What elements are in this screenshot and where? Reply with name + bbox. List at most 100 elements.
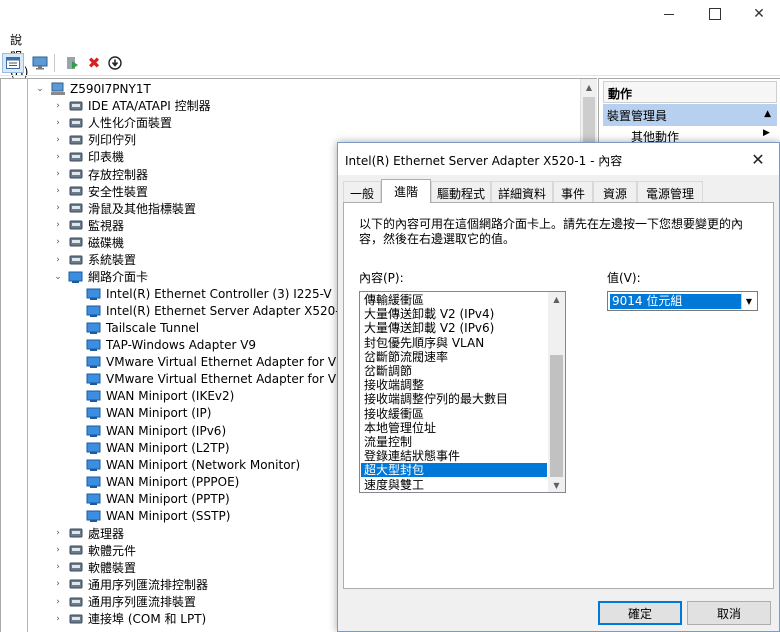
collapsed-chevron-icon[interactable]: › bbox=[52, 186, 64, 196]
tree-category[interactable]: › 列印佇列 bbox=[52, 131, 136, 148]
property-item[interactable]: 接收端調整佇列的最大數目 bbox=[361, 392, 547, 406]
tree-network-adapter[interactable]: Intel(R) Ethernet Server Adapter X520-1 bbox=[82, 302, 347, 319]
download-icon[interactable] bbox=[104, 53, 126, 73]
collapsed-chevron-icon[interactable]: › bbox=[52, 203, 64, 213]
tab-details[interactable]: 詳細資料 bbox=[491, 181, 553, 202]
actions-section-device-manager[interactable]: 裝置管理員 ▲ bbox=[603, 104, 777, 126]
storage-controller-icon bbox=[68, 167, 84, 181]
tree-item-label: WAN Miniport (IPv6) bbox=[106, 423, 227, 438]
property-item[interactable]: 大量傳送卸載 V2 (IPv4) bbox=[361, 307, 547, 321]
property-item[interactable]: 流量控制 bbox=[361, 435, 547, 449]
tree-root[interactable]: ⌄ Z590I7PNY1T bbox=[34, 80, 151, 97]
tab-resources[interactable]: 資源 bbox=[593, 181, 637, 202]
tree-item-label: 安全性裝置 bbox=[88, 184, 149, 199]
collapsed-chevron-icon[interactable]: › bbox=[52, 101, 64, 111]
tree-network-adapter[interactable]: Tailscale Tunnel bbox=[82, 319, 199, 336]
tab-driver[interactable]: 驅動程式 bbox=[431, 181, 491, 202]
tab-events[interactable]: 事件 bbox=[553, 181, 593, 202]
collapsed-chevron-icon[interactable]: › bbox=[52, 118, 64, 128]
collapsed-chevron-icon[interactable]: › bbox=[52, 614, 64, 624]
tree-network-adapter[interactable]: WAN Miniport (Network Monitor) bbox=[82, 456, 300, 473]
tree-item-label: WAN Miniport (IKEv2) bbox=[106, 389, 235, 404]
tree-category[interactable]: › 軟體裝置 bbox=[52, 559, 136, 576]
dialog-close-icon[interactable]: ✕ bbox=[742, 147, 774, 171]
tree-network-adapter[interactable]: Intel(R) Ethernet Controller (3) I225-V bbox=[82, 285, 332, 302]
collapsed-chevron-icon[interactable]: › bbox=[52, 579, 64, 589]
tree-category[interactable]: › 滑鼠及其他指標裝置 bbox=[52, 200, 196, 217]
collapsed-chevron-icon[interactable]: › bbox=[52, 152, 64, 162]
tree-category[interactable]: › 處理器 bbox=[52, 525, 124, 542]
expanded-chevron-icon[interactable]: ⌄ bbox=[52, 272, 64, 282]
property-list[interactable]: 傳輸緩衝區 大量傳送卸載 V2 (IPv4) 大量傳送卸載 V2 (IPv6) 封包優… bbox=[359, 291, 566, 493]
property-item-selected[interactable]: 超大型封包 bbox=[361, 463, 547, 478]
property-item[interactable]: 岔斷節流閥速率 bbox=[361, 350, 547, 364]
properties-icon[interactable] bbox=[2, 53, 24, 73]
tab-general[interactable]: 一般 bbox=[343, 181, 381, 202]
tree-category[interactable]: › 通用序列匯流排裝置 bbox=[52, 593, 196, 610]
tree-network-adapter[interactable]: WAN Miniport (IPv6) bbox=[82, 422, 226, 439]
monitor-icon[interactable] bbox=[29, 53, 51, 73]
tree-category[interactable]: › 安全性裝置 bbox=[52, 183, 148, 200]
tree-category[interactable]: › 存放控制器 bbox=[52, 166, 148, 183]
maximize-button[interactable] bbox=[692, 0, 738, 28]
property-item[interactable]: 接收緩衝區 bbox=[361, 407, 547, 421]
list-scroll-up-arrow[interactable]: ▲ bbox=[548, 292, 565, 306]
close-button[interactable]: ✕ bbox=[736, 0, 780, 28]
tree-category[interactable]: › 監視器 bbox=[52, 217, 124, 234]
ok-button[interactable]: 確定 bbox=[598, 601, 682, 625]
scroll-up-arrow[interactable]: ▲ bbox=[581, 79, 597, 95]
tree-network-adapter[interactable]: WAN Miniport (IP) bbox=[82, 405, 211, 422]
tree-category[interactable]: › 人性化介面裝置 bbox=[52, 114, 172, 131]
tab-advanced[interactable]: 進階 bbox=[381, 179, 431, 203]
submenu-arrow-icon: ▶ bbox=[763, 128, 770, 138]
tree-category[interactable]: › 系統裝置 bbox=[52, 251, 136, 268]
tree-category[interactable]: › 軟體元件 bbox=[52, 542, 136, 559]
collapsed-chevron-icon[interactable]: › bbox=[52, 528, 64, 538]
tree-category-network[interactable]: ⌄ 網路介面卡 bbox=[52, 268, 148, 285]
property-item[interactable]: 大量傳送卸載 V2 (IPv6) bbox=[361, 321, 547, 335]
toolbar-separator bbox=[54, 54, 55, 72]
property-item[interactable]: 速度與雙工 bbox=[361, 478, 547, 492]
tree-network-adapter[interactable]: VMware Virtual Ethernet Adapter for VMne… bbox=[82, 354, 374, 371]
tree-category[interactable]: › 通用序列匯流排控制器 bbox=[52, 576, 208, 593]
collapse-icon[interactable]: ▲ bbox=[764, 109, 771, 119]
tree-category[interactable]: › 磁碟機 bbox=[52, 234, 124, 251]
tree-category[interactable]: › IDE ATA/ATAPI 控制器 bbox=[52, 97, 210, 114]
tree-network-adapter[interactable]: WAN Miniport (PPPOE) bbox=[82, 473, 239, 490]
tree-network-adapter[interactable]: WAN Miniport (IKEv2) bbox=[82, 388, 234, 405]
cancel-button[interactable]: 取消 bbox=[687, 601, 771, 625]
tree-category[interactable]: › 印表機 bbox=[52, 148, 124, 165]
collapsed-chevron-icon[interactable]: › bbox=[52, 562, 64, 572]
property-item[interactable]: 傳輸緩衝區 bbox=[361, 293, 547, 307]
collapsed-chevron-icon[interactable]: › bbox=[52, 135, 64, 145]
property-item[interactable]: 岔斷調節 bbox=[361, 364, 547, 378]
tree-network-adapter[interactable]: VMware Virtual Ethernet Adapter for VMne… bbox=[82, 371, 374, 388]
value-dropdown[interactable]: 9014 位元組 ▼ bbox=[607, 291, 758, 311]
enable-driver-icon[interactable] bbox=[61, 53, 83, 73]
property-item[interactable]: 接收端調整 bbox=[361, 378, 547, 392]
uninstall-icon[interactable]: ✖ bbox=[83, 53, 105, 73]
tree-network-adapter[interactable]: WAN Miniport (L2TP) bbox=[82, 439, 230, 456]
collapsed-chevron-icon[interactable]: › bbox=[52, 545, 64, 555]
property-item[interactable]: 登錄連結狀態事件 bbox=[361, 449, 547, 463]
tree-category[interactable]: › 連接埠 (COM 和 LPT) bbox=[52, 610, 206, 627]
collapsed-chevron-icon[interactable]: › bbox=[52, 237, 64, 247]
expanded-chevron-icon[interactable]: ⌄ bbox=[34, 84, 46, 94]
collapsed-chevron-icon[interactable]: › bbox=[52, 169, 64, 179]
collapsed-chevron-icon[interactable]: › bbox=[52, 220, 64, 230]
tree-network-adapter[interactable]: TAP-Windows Adapter V9 bbox=[82, 337, 256, 354]
tab-power-management[interactable]: 電源管理 bbox=[637, 181, 703, 202]
minimize-button[interactable] bbox=[646, 0, 692, 28]
collapsed-chevron-icon[interactable]: › bbox=[52, 597, 64, 607]
monitor-icon bbox=[68, 218, 84, 232]
property-item[interactable]: 本地管理位址 bbox=[361, 421, 547, 435]
tree-network-adapter[interactable]: WAN Miniport (PPTP) bbox=[82, 490, 230, 507]
property-item[interactable]: 封包優先順序與 VLAN bbox=[361, 336, 547, 350]
chevron-down-icon[interactable]: ▼ bbox=[741, 293, 756, 309]
collapsed-chevron-icon[interactable]: › bbox=[52, 255, 64, 265]
property-list-scrollbar[interactable]: ▲ ▼ bbox=[548, 292, 565, 492]
tree-network-adapter[interactable]: WAN Miniport (SSTP) bbox=[82, 508, 230, 525]
network-adapter-icon bbox=[86, 475, 102, 489]
list-scroll-thumb[interactable] bbox=[550, 355, 563, 477]
list-scroll-down-arrow[interactable]: ▼ bbox=[548, 478, 565, 492]
